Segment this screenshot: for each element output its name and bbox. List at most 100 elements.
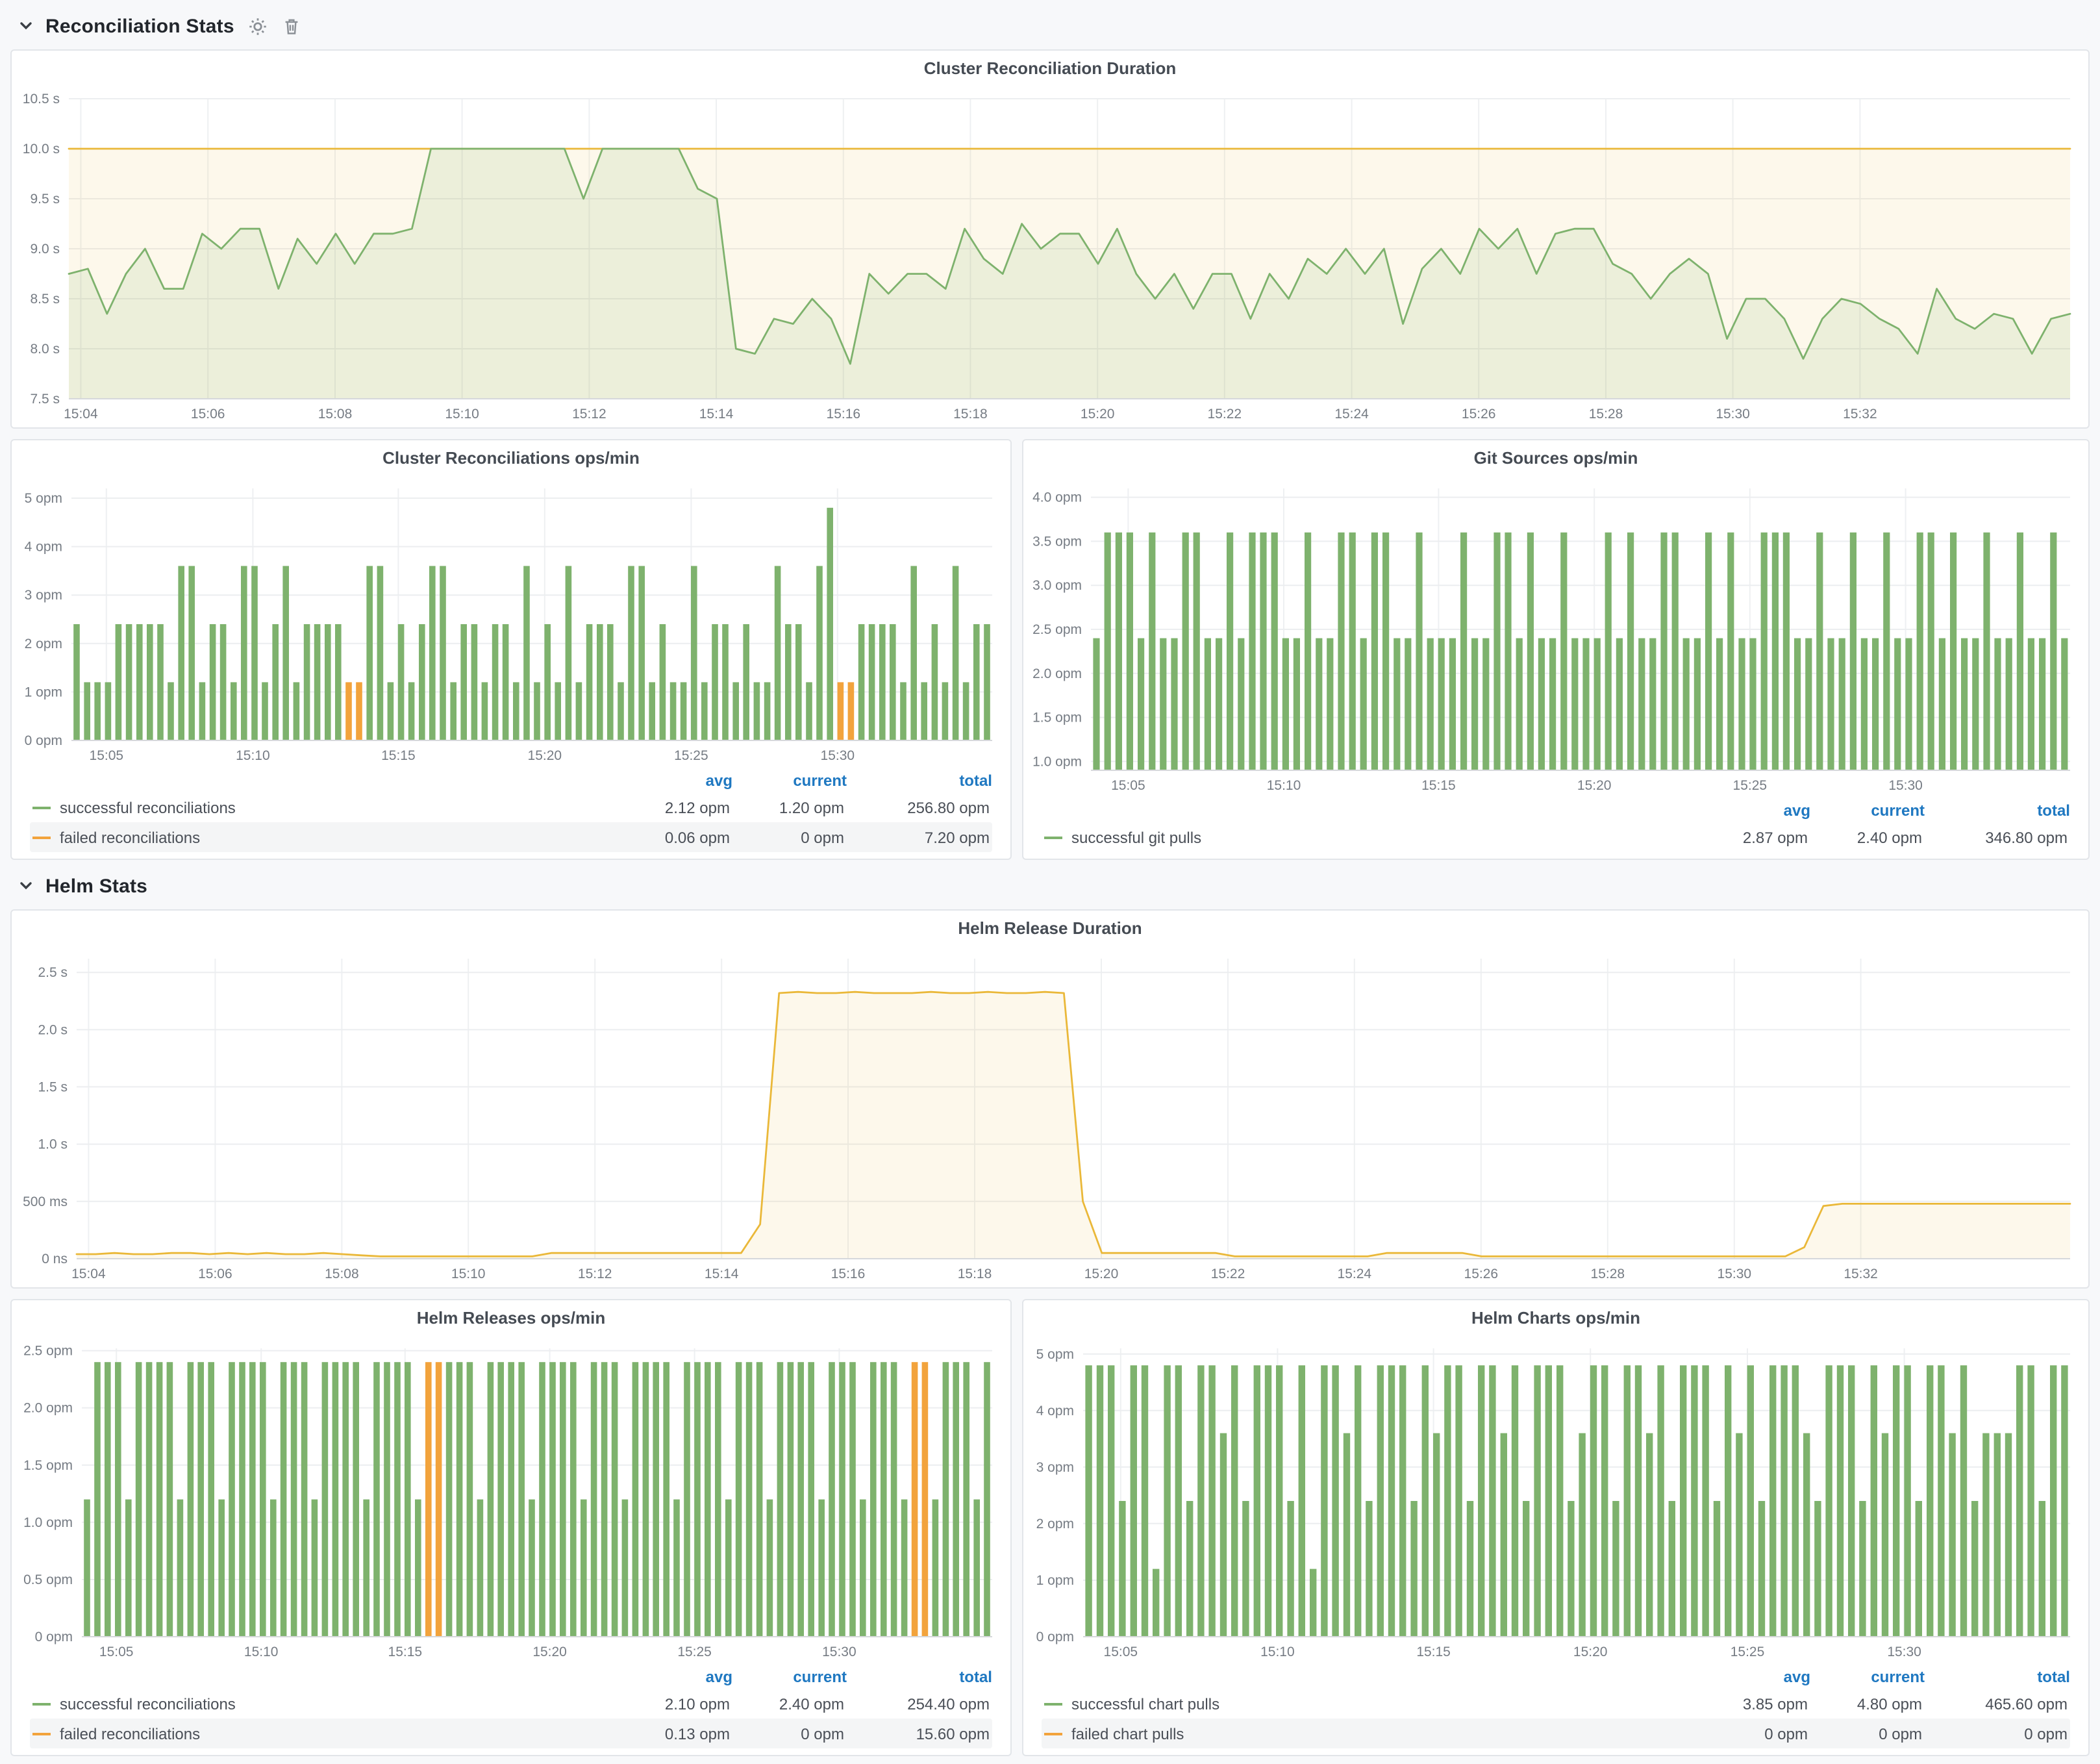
svg-text:15:10: 15:10 (236, 748, 270, 763)
svg-text:15:04: 15:04 (64, 407, 98, 422)
legend-header-total[interactable]: total (1925, 1668, 2070, 1686)
series-marker-successful (1044, 1702, 1062, 1705)
svg-text:15:24: 15:24 (1334, 407, 1369, 422)
svg-text:2 opm: 2 opm (1036, 1517, 1074, 1531)
legend-cluster-reconciliations: avg current total successful reconciliat… (12, 769, 1010, 859)
git-sources-ops-chart[interactable]: 15:0515:1015:1515:2015:2515:301.0 opm1.5… (1023, 475, 2088, 799)
svg-text:2.5 opm: 2.5 opm (23, 1344, 73, 1359)
dashboard: Reconciliation Stats Cluster Reconciliat… (0, 0, 2100, 1764)
legend-header-current[interactable]: current (732, 1668, 847, 1686)
helm-charts-ops-chart[interactable]: 15:0515:1015:1515:2015:2515:300 opm1 opm… (1023, 1335, 2088, 1665)
stat-avg: 2.12 opm (616, 798, 730, 816)
svg-text:1 opm: 1 opm (1036, 1573, 1074, 1588)
svg-text:15:22: 15:22 (1211, 1266, 1245, 1281)
panel-title-git-sources-ops[interactable]: Git Sources ops/min (1023, 440, 2088, 475)
panel-title-cluster-reconciliation-duration[interactable]: Cluster Reconciliation Duration (12, 51, 2088, 86)
helm-release-duration-chart[interactable]: 15:0415:0615:0815:1015:1215:1415:1615:18… (12, 946, 2088, 1287)
legend-row-failed-chart-pulls: failed chart pulls 0 opm 0 opm 0 opm (1042, 1719, 2070, 1748)
svg-text:15:15: 15:15 (388, 1644, 423, 1659)
series-label-successful[interactable]: successful git pulls (1071, 828, 1694, 846)
svg-text:0 opm: 0 opm (1036, 1630, 1074, 1644)
chevron-down-icon[interactable] (18, 878, 34, 894)
svg-text:15:25: 15:25 (677, 1644, 712, 1659)
svg-text:15:10: 15:10 (445, 407, 479, 422)
cluster-reconciliation-duration-chart[interactable]: 15:0415:0615:0815:1015:1215:1415:1615:18… (12, 86, 2088, 427)
helm-releases-ops-chart[interactable]: 15:0515:1015:1515:2015:2515:300 opm0.5 o… (12, 1335, 1010, 1665)
svg-text:15:30: 15:30 (1718, 1266, 1752, 1281)
svg-text:3 opm: 3 opm (25, 588, 62, 603)
svg-text:15:12: 15:12 (578, 1266, 612, 1281)
svg-text:15:10: 15:10 (1260, 1644, 1295, 1659)
svg-text:15:20: 15:20 (532, 1644, 567, 1659)
svg-text:2.5 opm: 2.5 opm (1032, 622, 1082, 637)
section-title[interactable]: Helm Stats (45, 875, 147, 897)
svg-text:15:08: 15:08 (318, 407, 353, 422)
legend-header-avg[interactable]: avg (1696, 1668, 1810, 1686)
gear-icon[interactable] (249, 16, 268, 36)
panel-helm-charts-ops: Helm Charts ops/min 15:0515:1015:1515:20… (1022, 1299, 2090, 1756)
svg-text:1 opm: 1 opm (25, 685, 62, 699)
series-label-successful[interactable]: successful chart pulls (1071, 1695, 1694, 1713)
cluster-reconciliations-ops-chart[interactable]: 15:0515:1015:1515:2015:2515:300 opm1 opm… (12, 475, 1010, 769)
panel-title-cluster-reconciliations-ops[interactable]: Cluster Reconciliations ops/min (12, 440, 1010, 475)
svg-text:1.5 opm: 1.5 opm (23, 1458, 73, 1473)
svg-text:2.5 s: 2.5 s (38, 965, 68, 980)
legend-header-total[interactable]: total (847, 1668, 992, 1686)
series-label-failed[interactable]: failed reconciliations (60, 828, 616, 846)
series-label-successful[interactable]: successful reconciliations (60, 798, 616, 816)
svg-text:4.0 opm: 4.0 opm (1032, 490, 1082, 505)
stat-avg: 2.10 opm (616, 1695, 730, 1713)
panel-helm-releases-ops: Helm Releases ops/min 15:0515:1015:1515:… (10, 1299, 1012, 1756)
svg-text:0 ns: 0 ns (42, 1252, 68, 1266)
legend-header-total[interactable]: total (847, 772, 992, 790)
svg-text:2 opm: 2 opm (25, 636, 62, 651)
svg-text:15:30: 15:30 (821, 748, 855, 763)
series-label-successful[interactable]: successful reconciliations (60, 1695, 616, 1713)
panel-title-helm-charts-ops[interactable]: Helm Charts ops/min (1023, 1300, 2088, 1335)
legend-header: avg current total (30, 769, 992, 792)
legend-header-current[interactable]: current (732, 772, 847, 790)
legend-row-failed-reconciliations: failed reconciliations 0.13 opm 0 opm 15… (30, 1719, 992, 1748)
panel-git-sources-ops: Git Sources ops/min 15:0515:1015:1515:20… (1022, 439, 2090, 860)
svg-text:15:12: 15:12 (572, 407, 606, 422)
stat-total: 0 opm (1922, 1724, 2068, 1743)
stat-avg: 0.06 opm (616, 828, 730, 846)
svg-text:4 opm: 4 opm (25, 540, 62, 555)
series-marker-failed (32, 1732, 51, 1735)
series-label-failed[interactable]: failed chart pulls (1071, 1724, 1694, 1743)
panel-title-helm-releases-ops[interactable]: Helm Releases ops/min (12, 1300, 1010, 1335)
legend-row-successful-reconciliations: successful reconciliations 2.12 opm 1.20… (30, 792, 992, 822)
svg-text:15:10: 15:10 (451, 1266, 486, 1281)
section-title[interactable]: Reconciliation Stats (45, 15, 234, 37)
legend-header-avg[interactable]: avg (1696, 801, 1810, 820)
section-helm-stats[interactable]: Helm Stats (18, 870, 2090, 901)
series-label-failed[interactable]: failed reconciliations (60, 1724, 616, 1743)
stat-avg: 2.87 opm (1694, 828, 1808, 846)
stat-total: 256.80 opm (844, 798, 990, 816)
svg-text:3.0 opm: 3.0 opm (1032, 578, 1082, 593)
legend-header-total[interactable]: total (1925, 801, 2070, 820)
svg-text:15:20: 15:20 (528, 748, 562, 763)
legend-header-avg[interactable]: avg (618, 772, 732, 790)
stat-total: 254.40 opm (844, 1695, 990, 1713)
svg-text:15:26: 15:26 (1462, 407, 1496, 422)
svg-text:0 opm: 0 opm (35, 1630, 73, 1644)
legend-header-current[interactable]: current (1810, 1668, 1925, 1686)
panel-title-helm-release-duration[interactable]: Helm Release Duration (12, 911, 2088, 946)
series-marker-failed (1044, 1732, 1062, 1735)
trash-icon[interactable] (282, 16, 302, 36)
legend-header-avg[interactable]: avg (618, 1668, 732, 1686)
stat-total: 465.60 opm (1922, 1695, 2068, 1713)
series-marker-successful (32, 1702, 51, 1705)
chart-canvas: 15:0515:1015:1515:2015:2515:300 opm0.5 o… (12, 1335, 1010, 1665)
stat-avg: 3.85 opm (1694, 1695, 1808, 1713)
section-reconciliation-stats[interactable]: Reconciliation Stats (18, 10, 2090, 42)
svg-text:15:24: 15:24 (1338, 1266, 1372, 1281)
svg-text:2.0 opm: 2.0 opm (23, 1401, 73, 1416)
legend-header-current[interactable]: current (1810, 801, 1925, 820)
svg-text:1.5 s: 1.5 s (38, 1079, 68, 1094)
svg-text:15:05: 15:05 (1104, 1644, 1138, 1659)
svg-text:15:05: 15:05 (99, 1644, 134, 1659)
chevron-down-icon[interactable] (18, 18, 34, 34)
chart-canvas: 15:0415:0615:0815:1015:1215:1415:1615:18… (12, 946, 2088, 1287)
